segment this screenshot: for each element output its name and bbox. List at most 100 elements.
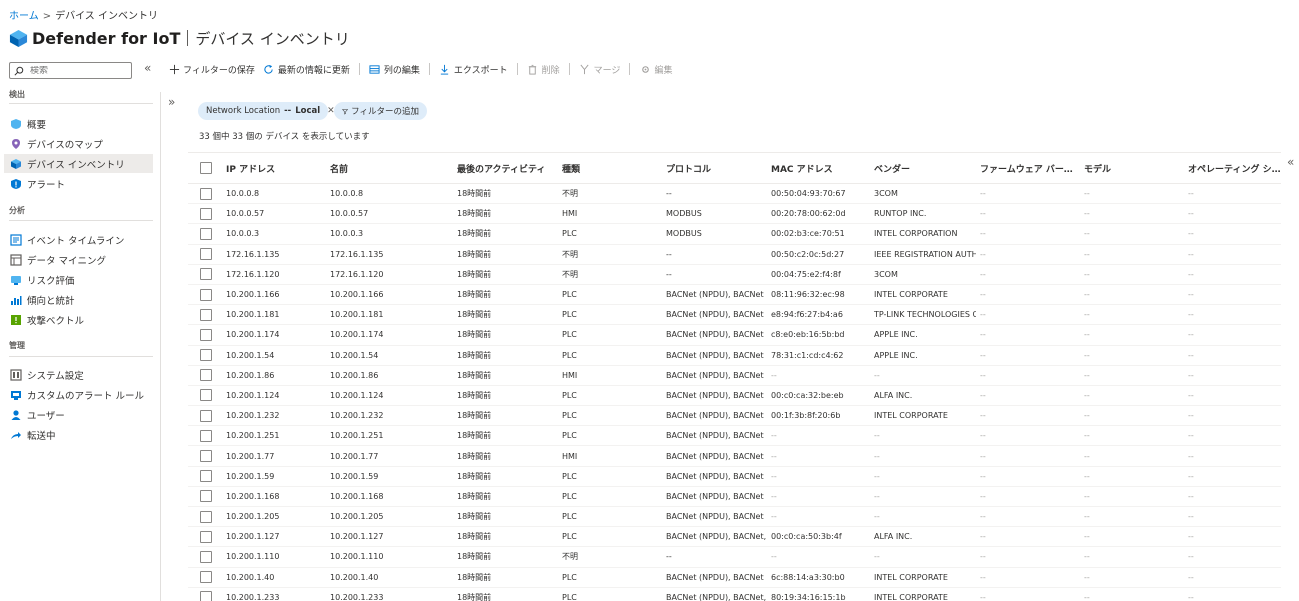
column-header-mac[interactable]: MAC アドレス bbox=[767, 153, 870, 184]
column-header-model[interactable]: モデル bbox=[1080, 153, 1184, 184]
table-row[interactable]: 10.200.1.77 10.200.1.77 18時間前 HMI BACNet (NP… bbox=[188, 446, 1281, 467]
add-filter-button[interactable]: フィルターの追加 bbox=[334, 102, 427, 120]
table-row[interactable]: 10.200.1.174 10.200.1.174 18時間前 PLC BACNet (… bbox=[188, 325, 1281, 345]
column-header-vendor[interactable]: ベンダー bbox=[870, 153, 976, 184]
row-checkbox-cell[interactable] bbox=[188, 486, 222, 506]
row-checkbox[interactable] bbox=[200, 349, 212, 362]
expand-panel-button[interactable]: » bbox=[168, 95, 175, 109]
row-checkbox[interactable] bbox=[200, 187, 212, 200]
row-checkbox[interactable] bbox=[200, 369, 212, 382]
column-header-firmware[interactable]: ファームウェア バージ... bbox=[976, 153, 1080, 184]
row-checkbox-cell[interactable] bbox=[188, 406, 222, 426]
sidebar-item-risk-assessment[interactable]: リスク評価 bbox=[4, 270, 153, 289]
sidebar-item-forwarding[interactable]: 転送中 bbox=[4, 425, 153, 444]
row-checkbox[interactable] bbox=[200, 227, 212, 240]
sidebar-item-device-map[interactable]: デバイスのマップ bbox=[4, 134, 153, 153]
table-row[interactable]: 10.0.0.57 10.0.0.57 18時間前 HMI MODBUS 00:20:78… bbox=[188, 204, 1281, 224]
table-row[interactable]: 10.200.1.86 10.200.1.86 18時間前 HMI BACNet (NP… bbox=[188, 365, 1281, 386]
edit-button[interactable]: 編集 bbox=[635, 63, 676, 76]
row-checkbox[interactable] bbox=[200, 268, 212, 281]
table-row[interactable]: 172.16.1.120 172.16.1.120 18時間前 不明 -- 00:04:7… bbox=[188, 264, 1281, 285]
table-row[interactable]: 10.200.1.251 10.200.1.251 18時間前 PLC BACNet (… bbox=[188, 426, 1281, 446]
row-checkbox[interactable] bbox=[200, 328, 212, 341]
table-row[interactable]: 10.200.1.166 10.200.1.166 18時間前 PLC BACNet (… bbox=[188, 284, 1281, 305]
table-row[interactable]: 10.200.1.168 10.200.1.168 18時間前 PLC BACNet (… bbox=[188, 486, 1281, 507]
edit-columns-button[interactable]: 列の編集 bbox=[365, 63, 424, 76]
table-row[interactable]: 10.200.1.59 10.200.1.59 18時間前 PLC BACNet (NP… bbox=[188, 466, 1281, 487]
filter-pill-network-location[interactable]: Network Location -- Local ✕ bbox=[198, 102, 335, 120]
column-header-ip[interactable]: IP アドレス bbox=[222, 153, 326, 184]
select-all-checkbox-cell[interactable] bbox=[188, 153, 222, 184]
merge-button[interactable]: マージ bbox=[575, 63, 625, 76]
table-row[interactable]: 10.200.1.124 10.200.1.124 18時間前 PLC BACNet (… bbox=[188, 385, 1281, 406]
row-checkbox[interactable] bbox=[200, 207, 212, 220]
row-checkbox-cell[interactable] bbox=[188, 305, 222, 325]
table-row[interactable]: 10.200.1.127 10.200.1.127 18時間前 PLC BACNet (… bbox=[188, 527, 1281, 547]
table-row[interactable]: 172.16.1.135 172.16.1.135 18時間前 不明 -- 00:50:c… bbox=[188, 244, 1281, 265]
row-checkbox-cell[interactable] bbox=[188, 587, 222, 601]
row-checkbox[interactable] bbox=[200, 450, 212, 463]
row-checkbox[interactable] bbox=[200, 530, 212, 543]
sidebar-item-data-mining[interactable]: データ マイニング bbox=[4, 250, 153, 269]
search-input[interactable] bbox=[30, 65, 130, 76]
row-checkbox-cell[interactable] bbox=[188, 365, 222, 385]
row-checkbox-cell[interactable] bbox=[188, 385, 222, 405]
collapse-sidebar-button[interactable]: « bbox=[144, 61, 151, 75]
row-checkbox[interactable] bbox=[200, 490, 212, 503]
table-row[interactable]: 10.200.1.232 10.200.1.232 18時間前 PLC BACNet (… bbox=[188, 406, 1281, 426]
column-header-os[interactable]: オペレーティング シス... bbox=[1184, 153, 1281, 184]
row-checkbox[interactable] bbox=[200, 591, 212, 601]
sidebar-item-users[interactable]: ユーザー bbox=[4, 405, 153, 424]
table-row[interactable]: 10.0.0.3 10.0.0.3 18時間前 PLC MODBUS 00:02:b3:c… bbox=[188, 224, 1281, 245]
select-all-checkbox[interactable] bbox=[200, 162, 212, 174]
column-header-protocol[interactable]: プロトコル bbox=[662, 153, 767, 184]
export-button[interactable]: エクスポート bbox=[435, 63, 512, 76]
table-row[interactable]: 10.200.1.54 10.200.1.54 18時間前 PLC BACNet (NP… bbox=[188, 345, 1281, 366]
row-checkbox[interactable] bbox=[200, 288, 212, 301]
row-checkbox[interactable] bbox=[200, 409, 212, 422]
row-checkbox-cell[interactable] bbox=[188, 325, 222, 345]
sidebar-item-trends-statistics[interactable]: 傾向と統計 bbox=[4, 290, 153, 309]
row-checkbox-cell[interactable] bbox=[188, 527, 222, 547]
row-checkbox-cell[interactable] bbox=[188, 426, 222, 446]
table-row[interactable]: 10.0.0.8 10.0.0.8 18時間前 不明 -- 00:50:04:93:70:… bbox=[188, 184, 1281, 204]
sidebar-item-system-settings[interactable]: システム設定 bbox=[4, 365, 153, 384]
row-checkbox[interactable] bbox=[200, 470, 212, 483]
row-checkbox-cell[interactable] bbox=[188, 466, 222, 486]
row-checkbox-cell[interactable] bbox=[188, 547, 222, 567]
row-checkbox-cell[interactable] bbox=[188, 446, 222, 466]
collapse-right-panel-button[interactable]: « bbox=[1287, 155, 1294, 169]
row-checkbox[interactable] bbox=[200, 571, 212, 584]
search-box[interactable] bbox=[9, 62, 132, 79]
row-checkbox-cell[interactable] bbox=[188, 264, 222, 284]
column-header-name[interactable]: 名前 bbox=[326, 153, 453, 184]
table-row[interactable]: 10.200.1.110 10.200.1.110 18時間前 不明 -- -- -- -- -… bbox=[188, 547, 1281, 568]
row-checkbox-cell[interactable] bbox=[188, 244, 222, 264]
row-checkbox-cell[interactable] bbox=[188, 184, 222, 204]
sidebar-item-overview[interactable]: 概要 bbox=[4, 114, 153, 133]
breadcrumb-home-link[interactable]: ホーム bbox=[9, 11, 39, 22]
sidebar-item-alerts[interactable]: アラート bbox=[4, 174, 153, 193]
table-row[interactable]: 10.200.1.40 10.200.1.40 18時間前 PLC BACNet (NP… bbox=[188, 567, 1281, 588]
sidebar-item-device-inventory[interactable]: デバイス インベントリ bbox=[4, 154, 153, 173]
row-checkbox-cell[interactable] bbox=[188, 284, 222, 304]
sidebar-item-custom-alert-rules[interactable]: カスタムのアラート ルール bbox=[4, 385, 153, 404]
row-checkbox-cell[interactable] bbox=[188, 345, 222, 365]
delete-button[interactable]: 削除 bbox=[523, 63, 564, 76]
sidebar-item-event-timeline[interactable]: イベント タイムライン bbox=[4, 230, 153, 249]
row-checkbox-cell[interactable] bbox=[188, 204, 222, 224]
column-header-type[interactable]: 種類 bbox=[558, 153, 662, 184]
row-checkbox[interactable] bbox=[200, 248, 212, 261]
table-row[interactable]: 10.200.1.205 10.200.1.205 18時間前 PLC BACNet (… bbox=[188, 507, 1281, 527]
row-checkbox-cell[interactable] bbox=[188, 507, 222, 527]
row-checkbox[interactable] bbox=[200, 550, 212, 563]
table-row[interactable]: 10.200.1.233 10.200.1.233 18時間前 PLC BACNet (… bbox=[188, 587, 1281, 601]
refresh-button[interactable]: 最新の情報に更新 bbox=[259, 63, 354, 76]
sidebar-item-attack-vector[interactable]: 攻撃ベクトル bbox=[4, 310, 153, 329]
row-checkbox[interactable] bbox=[200, 308, 212, 321]
row-checkbox[interactable] bbox=[200, 429, 212, 442]
row-checkbox[interactable] bbox=[200, 389, 212, 402]
table-row[interactable]: 10.200.1.181 10.200.1.181 18時間前 PLC BACNet (… bbox=[188, 305, 1281, 325]
column-header-last-activity[interactable]: 最後のアクティビティ bbox=[453, 153, 558, 184]
row-checkbox-cell[interactable] bbox=[188, 224, 222, 244]
